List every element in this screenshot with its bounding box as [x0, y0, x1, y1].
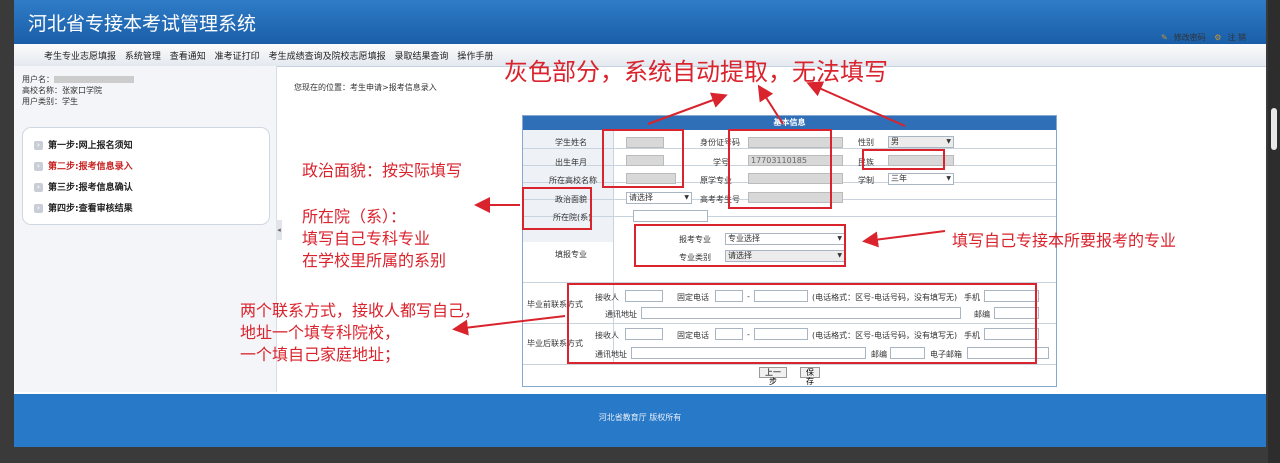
annotation-box-major [634, 224, 846, 267]
annotation-box-gray-middle [728, 129, 832, 209]
chevron-down-icon: ▼ [946, 175, 951, 182]
user-info: 用户名： 高校名称：张家口学院 用户类别：学生 [22, 74, 134, 107]
scroll-thumb[interactable] [1271, 108, 1277, 150]
annotation-contact: 两个联系方式，接收人都写自己， 地址一个填专科院校， 一个填自己家庭地址； [240, 301, 481, 364]
apply-label: 填报专业 [555, 250, 587, 259]
school-label: 所在高校名称 [549, 176, 597, 185]
blurred-username [54, 76, 134, 83]
gender-label: 性别 [858, 138, 874, 147]
annotation-dept: 所在院（系）： 填写自己专科专业 在学校里所属的系别 [302, 207, 447, 270]
arrow-icon: › [34, 162, 43, 171]
logout-link[interactable]: 注 销 [1227, 33, 1246, 42]
step-1[interactable]: › 第一步:网上报名须知 [34, 138, 133, 151]
duration-label: 学制 [858, 176, 874, 185]
step-3[interactable]: › 第三步:报考信息确认 [34, 180, 133, 193]
key-icon: ✎ [1161, 33, 1168, 42]
duration-select[interactable]: 三年 ▼ [888, 173, 954, 185]
prev-button[interactable]: 上一步 [759, 367, 787, 386]
annotation-major: 填写自己专接本所要报考的专业 [952, 231, 1177, 250]
nav-item-manual[interactable]: 操作手册 [457, 52, 493, 62]
arrow-icon: › [34, 141, 43, 150]
footer-text: 河北省教育厅 版权所有 [598, 413, 682, 422]
name-label: 学生姓名 [555, 138, 587, 147]
nav-item-admission-ticket[interactable]: 准考证打印 [215, 52, 260, 62]
footer: 河北省教育厅 版权所有 [14, 394, 1266, 447]
nav-item-admission-result[interactable]: 录取结果查询 [394, 52, 448, 62]
sidebar-collapse-handle[interactable]: ◂ [276, 220, 282, 240]
nav-item-major-application[interactable]: 考生专业志愿填报 [44, 52, 116, 62]
annotation-box-ethnic [862, 149, 945, 170]
arrow-icon: › [34, 204, 43, 213]
steps-panel: › 第一步:网上报名须知 › 第二步:报考信息录入 › 第三步:报考信息确认 › 第四步… [22, 127, 270, 225]
step-2[interactable]: › 第二步:报考信息录入 [34, 159, 133, 172]
nav-item-system[interactable]: 系统管理 [125, 52, 161, 62]
chevron-down-icon: ▼ [684, 194, 689, 201]
annotation-politics: 政治面貌：按实际填写 [302, 161, 463, 180]
top-links: ✎ 修改密码 ⚙ 注 销 [1155, 32, 1246, 43]
nav-item-score-query[interactable]: 考生成绩查询及院校志愿填报 [269, 52, 386, 62]
change-password-link[interactable]: 修改密码 [1174, 33, 1206, 42]
dept-input[interactable] [633, 210, 708, 222]
school-name: 张家口学院 [62, 86, 102, 95]
form-header: 基本信息 [523, 116, 1056, 130]
app-title: 河北省专接本考试管理系统 [28, 13, 257, 35]
chevron-down-icon: ▼ [946, 138, 951, 145]
sidebar: 用户名： 高校名称：张家口学院 用户类别：学生 › 第一步:网上报名须知 › 第二步… [14, 66, 277, 392]
gender-select[interactable]: 男 ▼ [888, 136, 954, 148]
annotation-gray-title: 灰色部分，系统自动提取，无法填写 [504, 58, 888, 86]
nav-item-notice[interactable]: 查看通知 [170, 52, 206, 62]
annotation-box-contact [567, 283, 1037, 364]
header-banner: 河北省专接本考试管理系统 [14, 0, 1266, 44]
breadcrumb: 您现在的位置：考生申请>报考信息录入 [294, 83, 437, 92]
politics-select[interactable]: 请选择 ▼ [626, 192, 692, 204]
step-4[interactable]: › 第四步:查看审核结果 [34, 201, 133, 214]
user-icon: ⚙ [1214, 33, 1222, 42]
annotation-box-gray-left [602, 129, 684, 188]
scrollbar[interactable] [1268, 0, 1280, 463]
save-button[interactable]: 保存 [800, 367, 820, 386]
student-no-label: 学号 [713, 158, 729, 167]
user-type: 学生 [62, 97, 78, 106]
annotation-box-politics-dept [522, 187, 592, 230]
arrow-icon: › [34, 183, 43, 192]
birth-label: 出生年月 [555, 158, 587, 167]
